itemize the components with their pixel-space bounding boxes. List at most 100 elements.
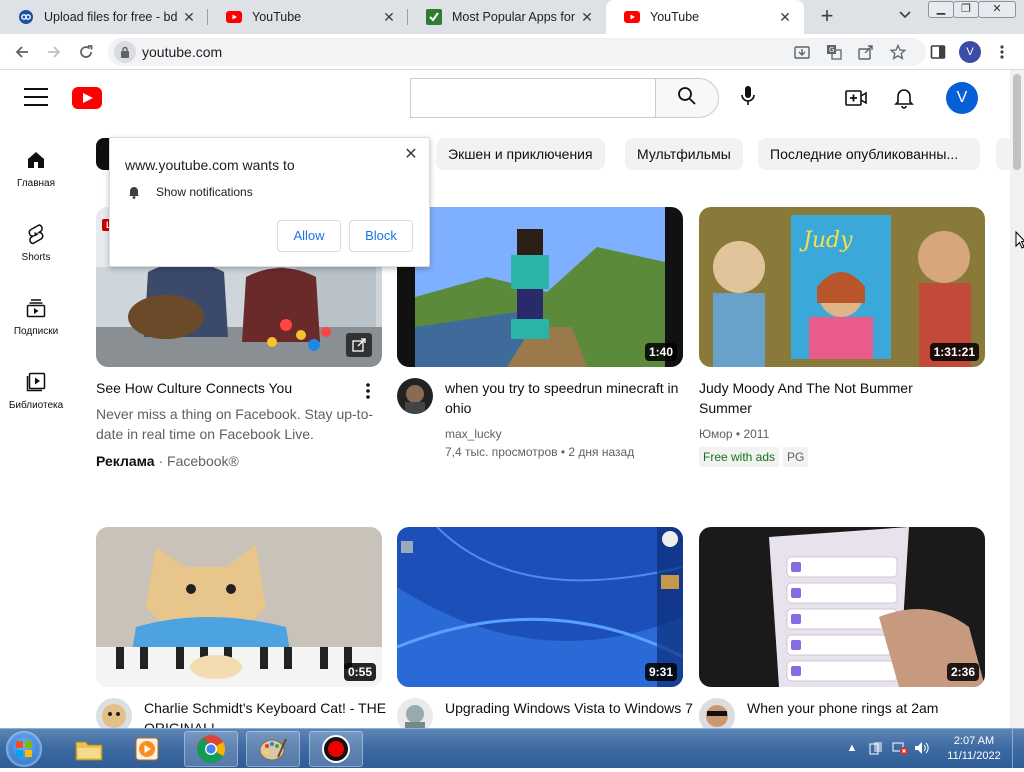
close-tab-icon[interactable]: ✕ [576,6,598,28]
tab-youtube-1[interactable]: YouTube ✕ [208,0,408,34]
tab-search-icon[interactable] [893,6,917,28]
address-bar[interactable]: youtube.com G [108,38,926,66]
youtube-logo[interactable] [72,87,102,109]
close-tab-icon[interactable]: ✕ [178,6,200,28]
apps-icon [426,9,442,25]
share-icon[interactable] [856,43,876,61]
create-video-icon[interactable] [844,86,868,110]
lock-icon[interactable] [114,41,136,63]
sidebar-item-label: Подписки [13,326,59,337]
close-icon[interactable]: ✕ [401,145,421,165]
install-app-icon[interactable] [792,43,812,61]
rating-badge: PG [783,447,809,467]
chip-cartoons[interactable]: Мультфильмы [625,138,743,170]
video-thumbnail[interactable]: 0:55 [96,527,382,687]
search-button[interactable] [655,78,719,118]
page-scrollbar[interactable] [1010,70,1024,728]
video-thumbnail[interactable]: 9:31 [397,527,683,687]
channel-avatar[interactable] [397,378,433,414]
start-button[interactable] [6,731,42,767]
notification-permission-popup: www.youtube.com wants to ✕ Show notifica… [109,137,430,267]
video-thumbnail[interactable]: 1:40 [397,207,683,367]
back-icon[interactable] [10,41,34,63]
clock-time: 2:07 AM [953,735,995,747]
translate-icon[interactable]: G [824,43,844,61]
show-desktop-button[interactable] [1012,729,1024,769]
minimize-button[interactable]: ▁ [928,1,954,18]
chip-more[interactable] [996,138,1010,170]
url-text[interactable]: youtube.com [142,44,222,60]
screen-recorder-icon[interactable] [309,731,363,767]
video-title[interactable]: See How Culture Connects You [96,378,346,398]
sidebar-item-library[interactable]: Библиотека [0,370,72,411]
new-tab-button[interactable]: + [814,4,840,30]
youtube-icon [226,9,242,25]
tab-title: Upload files for free - bdc [44,10,178,24]
tab-title: Most Popular Apps for W [452,10,576,24]
video-title[interactable]: Charlie Schmidt's Keyboard Cat! - THE OR… [144,698,394,728]
tab-upload-files[interactable]: Upload files for free - bdc ✕ [0,0,208,34]
sidebar-item-home[interactable]: Главная [0,148,72,189]
channel-avatar[interactable] [699,698,735,728]
chrome-menu-icon[interactable] [992,42,1012,62]
block-button[interactable]: Block [349,220,413,252]
search-input[interactable] [410,78,656,118]
home-icon [24,148,48,172]
free-with-ads-badge: Free with ads [699,447,780,467]
dot-separator: · [158,453,168,469]
search-icon [677,86,697,111]
advertiser-name[interactable]: Facebook® [167,453,239,469]
youtube-page: V Главная Shorts Подписки Библиотека Экш… [0,70,1010,728]
menu-icon[interactable] [24,88,48,106]
account-avatar[interactable]: V [946,82,978,114]
tab-youtube-active[interactable]: YouTube ✕ [606,0,804,34]
notifications-bell-icon[interactable] [892,86,916,110]
clock-date: 11/11/2022 [947,750,1001,762]
video-title[interactable]: When your phone rings at 2am [747,698,997,718]
action-center-icon[interactable] [868,740,884,756]
sidebar-item-shorts[interactable]: Shorts [0,222,72,263]
close-tab-icon[interactable]: ✕ [378,6,400,28]
browser-profile-avatar[interactable]: V [959,41,981,63]
restore-button[interactable]: ❐ [953,1,979,18]
video-title[interactable]: when you try to speedrun minecraft in oh… [445,378,695,418]
file-explorer-icon[interactable] [62,731,116,767]
allow-button[interactable]: Allow [277,220,341,252]
chip-action-adventure[interactable]: Экшен и приключения [436,138,605,170]
video-title[interactable]: Judy Moody And The Not Bummer Summer [699,378,929,418]
chrome-taskbar-icon[interactable] [184,731,238,767]
cloud-icon [18,9,34,25]
voice-search-button[interactable] [728,78,768,118]
shorts-icon [24,222,48,246]
media-player-icon[interactable] [120,731,174,767]
ad-description: Never miss a thing on Facebook. Stay up-… [96,406,374,442]
more-options-icon[interactable] [358,381,378,401]
forward-icon[interactable] [42,41,66,63]
sidebar-item-label: Главная [16,178,56,189]
network-warning-icon[interactable] [892,740,908,756]
video-duration: 1:31:21 [929,343,979,361]
volume-icon[interactable] [914,740,930,756]
channel-avatar[interactable] [397,698,433,728]
system-clock[interactable]: 2:07 AM 11/11/2022 [944,734,1004,764]
bookmark-star-icon[interactable] [888,43,908,61]
close-tab-icon[interactable]: ✕ [774,6,796,28]
video-duration: 9:31 [644,663,677,681]
show-hidden-icons-icon[interactable]: ▲ [844,740,860,756]
external-link-icon[interactable] [346,333,372,357]
scrollbar-thumb[interactable] [1013,74,1021,170]
video-title[interactable]: Upgrading Windows Vista to Windows 7 [445,698,695,718]
paint-icon[interactable] [246,731,300,767]
side-panel-icon[interactable] [928,42,948,62]
channel-avatar[interactable] [96,698,132,728]
video-thumbnail[interactable]: Judy 1:31:21 [699,207,985,367]
chip-recently-uploaded[interactable]: Последние опубликованны... [758,138,980,170]
browser-toolbar: youtube.com G [0,34,1024,70]
video-thumbnail[interactable]: 2:36 [699,527,985,687]
reload-icon[interactable] [74,41,98,63]
video-category: Юмор • 2011 [699,427,770,441]
tab-popular-apps[interactable]: Most Popular Apps for W ✕ [408,0,606,34]
sidebar-item-subscriptions[interactable]: Подписки [0,296,72,337]
close-window-button[interactable]: ✕ [978,1,1016,18]
channel-name[interactable]: max_lucky [445,425,502,443]
